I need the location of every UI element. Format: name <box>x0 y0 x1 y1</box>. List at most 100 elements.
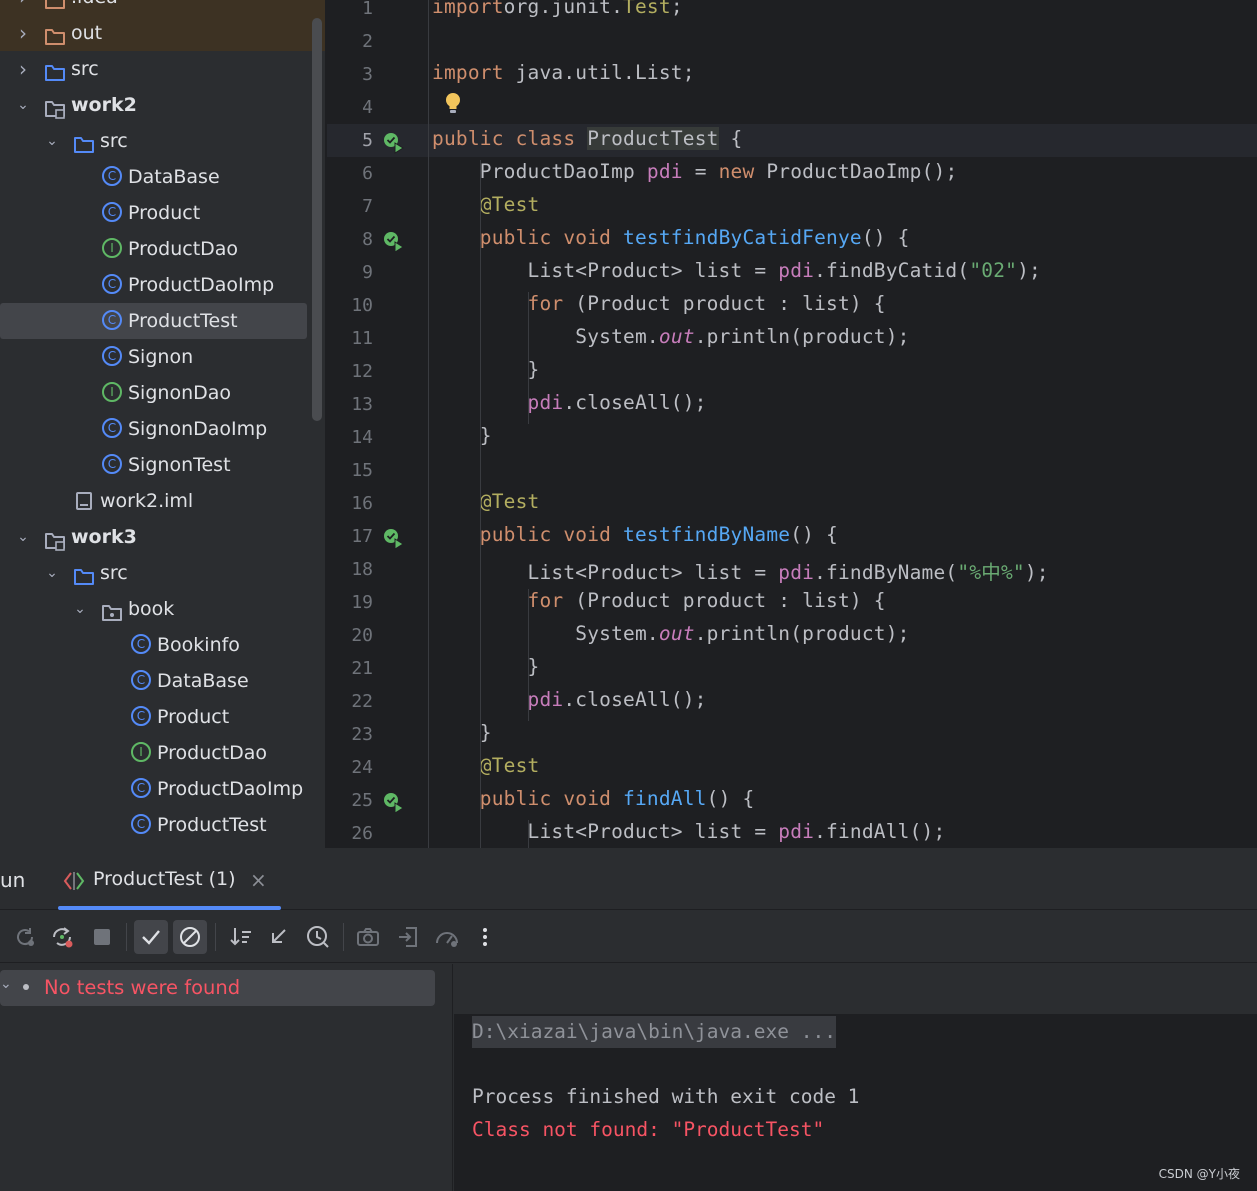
show-passed-icon[interactable] <box>134 920 168 954</box>
code-token: org.junit. <box>503 0 624 18</box>
tree-item-src[interactable]: ⌄ src <box>0 123 325 159</box>
chevron-down-icon[interactable]: ⌄ <box>44 555 60 591</box>
tree-item-src[interactable]: › src <box>0 51 325 87</box>
tree-item-producttest[interactable]: C ProductTest <box>0 807 325 843</box>
chevron-right-icon[interactable]: › <box>15 0 31 15</box>
collapse-icon[interactable] <box>262 920 296 954</box>
tree-item-productdaoimp[interactable]: C ProductDaoImp <box>0 771 325 807</box>
tree-item-productdao[interactable]: I ProductDao <box>0 735 325 771</box>
console-output[interactable]: D:\xiazai\java\bin\java.exe ... Process … <box>454 964 1257 1191</box>
run-test-icon[interactable] <box>383 792 404 814</box>
code-line: System.out.println(product); <box>432 622 910 645</box>
test-config-icon <box>63 872 85 890</box>
stop-icon[interactable] <box>85 920 119 954</box>
code-token: java.util.List; <box>503 61 695 84</box>
run-test-icon[interactable] <box>383 528 404 550</box>
test-results-tree[interactable]: ⌄ No tests were found <box>0 964 453 1191</box>
indent-guide <box>480 160 481 848</box>
chevron-right-icon[interactable]: › <box>15 15 31 51</box>
indent-guide <box>528 325 529 358</box>
show-ignored-icon[interactable] <box>173 920 207 954</box>
tree-item-product[interactable]: C Product <box>0 195 325 231</box>
tree-item-database[interactable]: C DataBase <box>0 663 325 699</box>
line-number: 19 <box>351 592 373 613</box>
tree-item-product[interactable]: C Product <box>0 699 325 735</box>
tree-item-label: src <box>71 58 99 80</box>
line-number: 2 <box>362 31 373 52</box>
import-icon[interactable] <box>391 920 425 954</box>
run-tab-label[interactable]: ProductTest (1) <box>93 868 236 890</box>
code-token: ); <box>1017 259 1041 282</box>
class-icon: C <box>102 418 122 438</box>
tree-item-label: ProductTest <box>157 814 267 836</box>
tree-item--idea[interactable]: › .idea <box>0 0 325 15</box>
history-icon[interactable] <box>301 920 335 954</box>
line-number: 3 <box>362 64 373 85</box>
class-icon: C <box>131 670 151 690</box>
code-line: @Test <box>432 490 540 513</box>
tree-item-work2[interactable]: ⌄ work2 <box>0 87 325 123</box>
chevron-down-icon[interactable]: ⌄ <box>0 976 12 992</box>
class-icon: C <box>102 310 122 330</box>
code-token: out <box>658 622 695 645</box>
code-token: for <box>432 292 564 315</box>
line-number: 10 <box>351 295 373 316</box>
tree-item-label: Product <box>128 202 201 224</box>
line-number: 22 <box>351 691 373 712</box>
rerun-icon[interactable] <box>8 920 42 954</box>
chevron-down-icon[interactable]: ⌄ <box>15 87 31 123</box>
tree-item-signon[interactable]: C Signon <box>0 339 325 375</box>
tree-item-work2-iml[interactable]: work2.iml <box>0 483 325 519</box>
run-test-icon[interactable] <box>383 231 404 253</box>
run-window-title: un <box>0 868 26 892</box>
code-line: } <box>432 655 540 678</box>
tree-item-signondaoimp[interactable]: C SignonDaoImp <box>0 411 325 447</box>
line-number: 26 <box>351 823 373 844</box>
tree-item-book[interactable]: ⌄ book <box>0 591 325 627</box>
tree-item-productdao[interactable]: I ProductDao <box>0 231 325 267</box>
tree-item-database[interactable]: C DataBase <box>0 159 325 195</box>
indent-guide <box>528 622 529 655</box>
indent-guide <box>528 292 529 424</box>
indent-guide <box>528 589 529 721</box>
code-token: "02" <box>969 259 1018 282</box>
more-icon[interactable] <box>468 920 502 954</box>
rerun-failed-icon[interactable] <box>45 920 79 954</box>
console-command-line[interactable]: D:\xiazai\java\bin\java.exe ... <box>472 1016 836 1048</box>
code-token: public void <box>432 523 624 546</box>
code-token: List<Product> list = <box>432 561 779 584</box>
code-line: importorg.junit.Test; <box>432 0 683 18</box>
code-token: } <box>432 424 492 447</box>
code-token: import <box>432 0 504 18</box>
sort-icon[interactable] <box>224 920 258 954</box>
code-token: testfindByName <box>623 523 791 546</box>
code-editor[interactable]: 1 importorg.junit.Test; 2 3 import java.util… <box>325 0 1257 848</box>
chevron-down-icon[interactable]: ⌄ <box>72 591 88 627</box>
close-tab-icon[interactable]: × <box>250 868 267 892</box>
tree-scrollbar[interactable] <box>312 18 322 421</box>
code-line: public void testfindByCatidFenye() { <box>432 226 910 249</box>
test-result-row[interactable]: ⌄ No tests were found <box>0 970 435 1006</box>
coverage-icon[interactable] <box>430 920 464 954</box>
chevron-down-icon[interactable]: ⌄ <box>44 123 60 159</box>
tree-item-src[interactable]: ⌄ src <box>0 555 325 591</box>
lightbulb-icon[interactable] <box>444 92 462 116</box>
project-tree[interactable]: › .idea › out › src ⌄ work2 ⌄ src C DataBase C Produc… <box>0 0 325 848</box>
tree-item-signondao[interactable]: I SignonDao <box>0 375 325 411</box>
run-tool-window: un ProductTest (1) × ⌄ No tests were fou… <box>0 848 1257 1191</box>
tree-item-producttest[interactable]: C ProductTest <box>0 303 325 339</box>
code-token: pdi <box>778 820 815 843</box>
code-line: } <box>432 721 492 744</box>
code-token: } <box>432 721 492 744</box>
tree-item-work3[interactable]: ⌄ work3 <box>0 519 325 555</box>
tree-item-bookinfo[interactable]: C Bookinfo <box>0 627 325 663</box>
code-token: pdi <box>432 391 564 414</box>
tree-item-signontest[interactable]: C SignonTest <box>0 447 325 483</box>
chevron-right-icon[interactable]: › <box>15 51 31 87</box>
tree-item-label: ProductDaoImp <box>157 778 304 800</box>
tree-item-out[interactable]: › out <box>0 15 325 51</box>
screenshot-icon[interactable] <box>351 920 385 954</box>
chevron-down-icon[interactable]: ⌄ <box>15 519 31 555</box>
run-test-icon[interactable] <box>383 132 404 154</box>
tree-item-productdaoimp[interactable]: C ProductDaoImp <box>0 267 325 303</box>
